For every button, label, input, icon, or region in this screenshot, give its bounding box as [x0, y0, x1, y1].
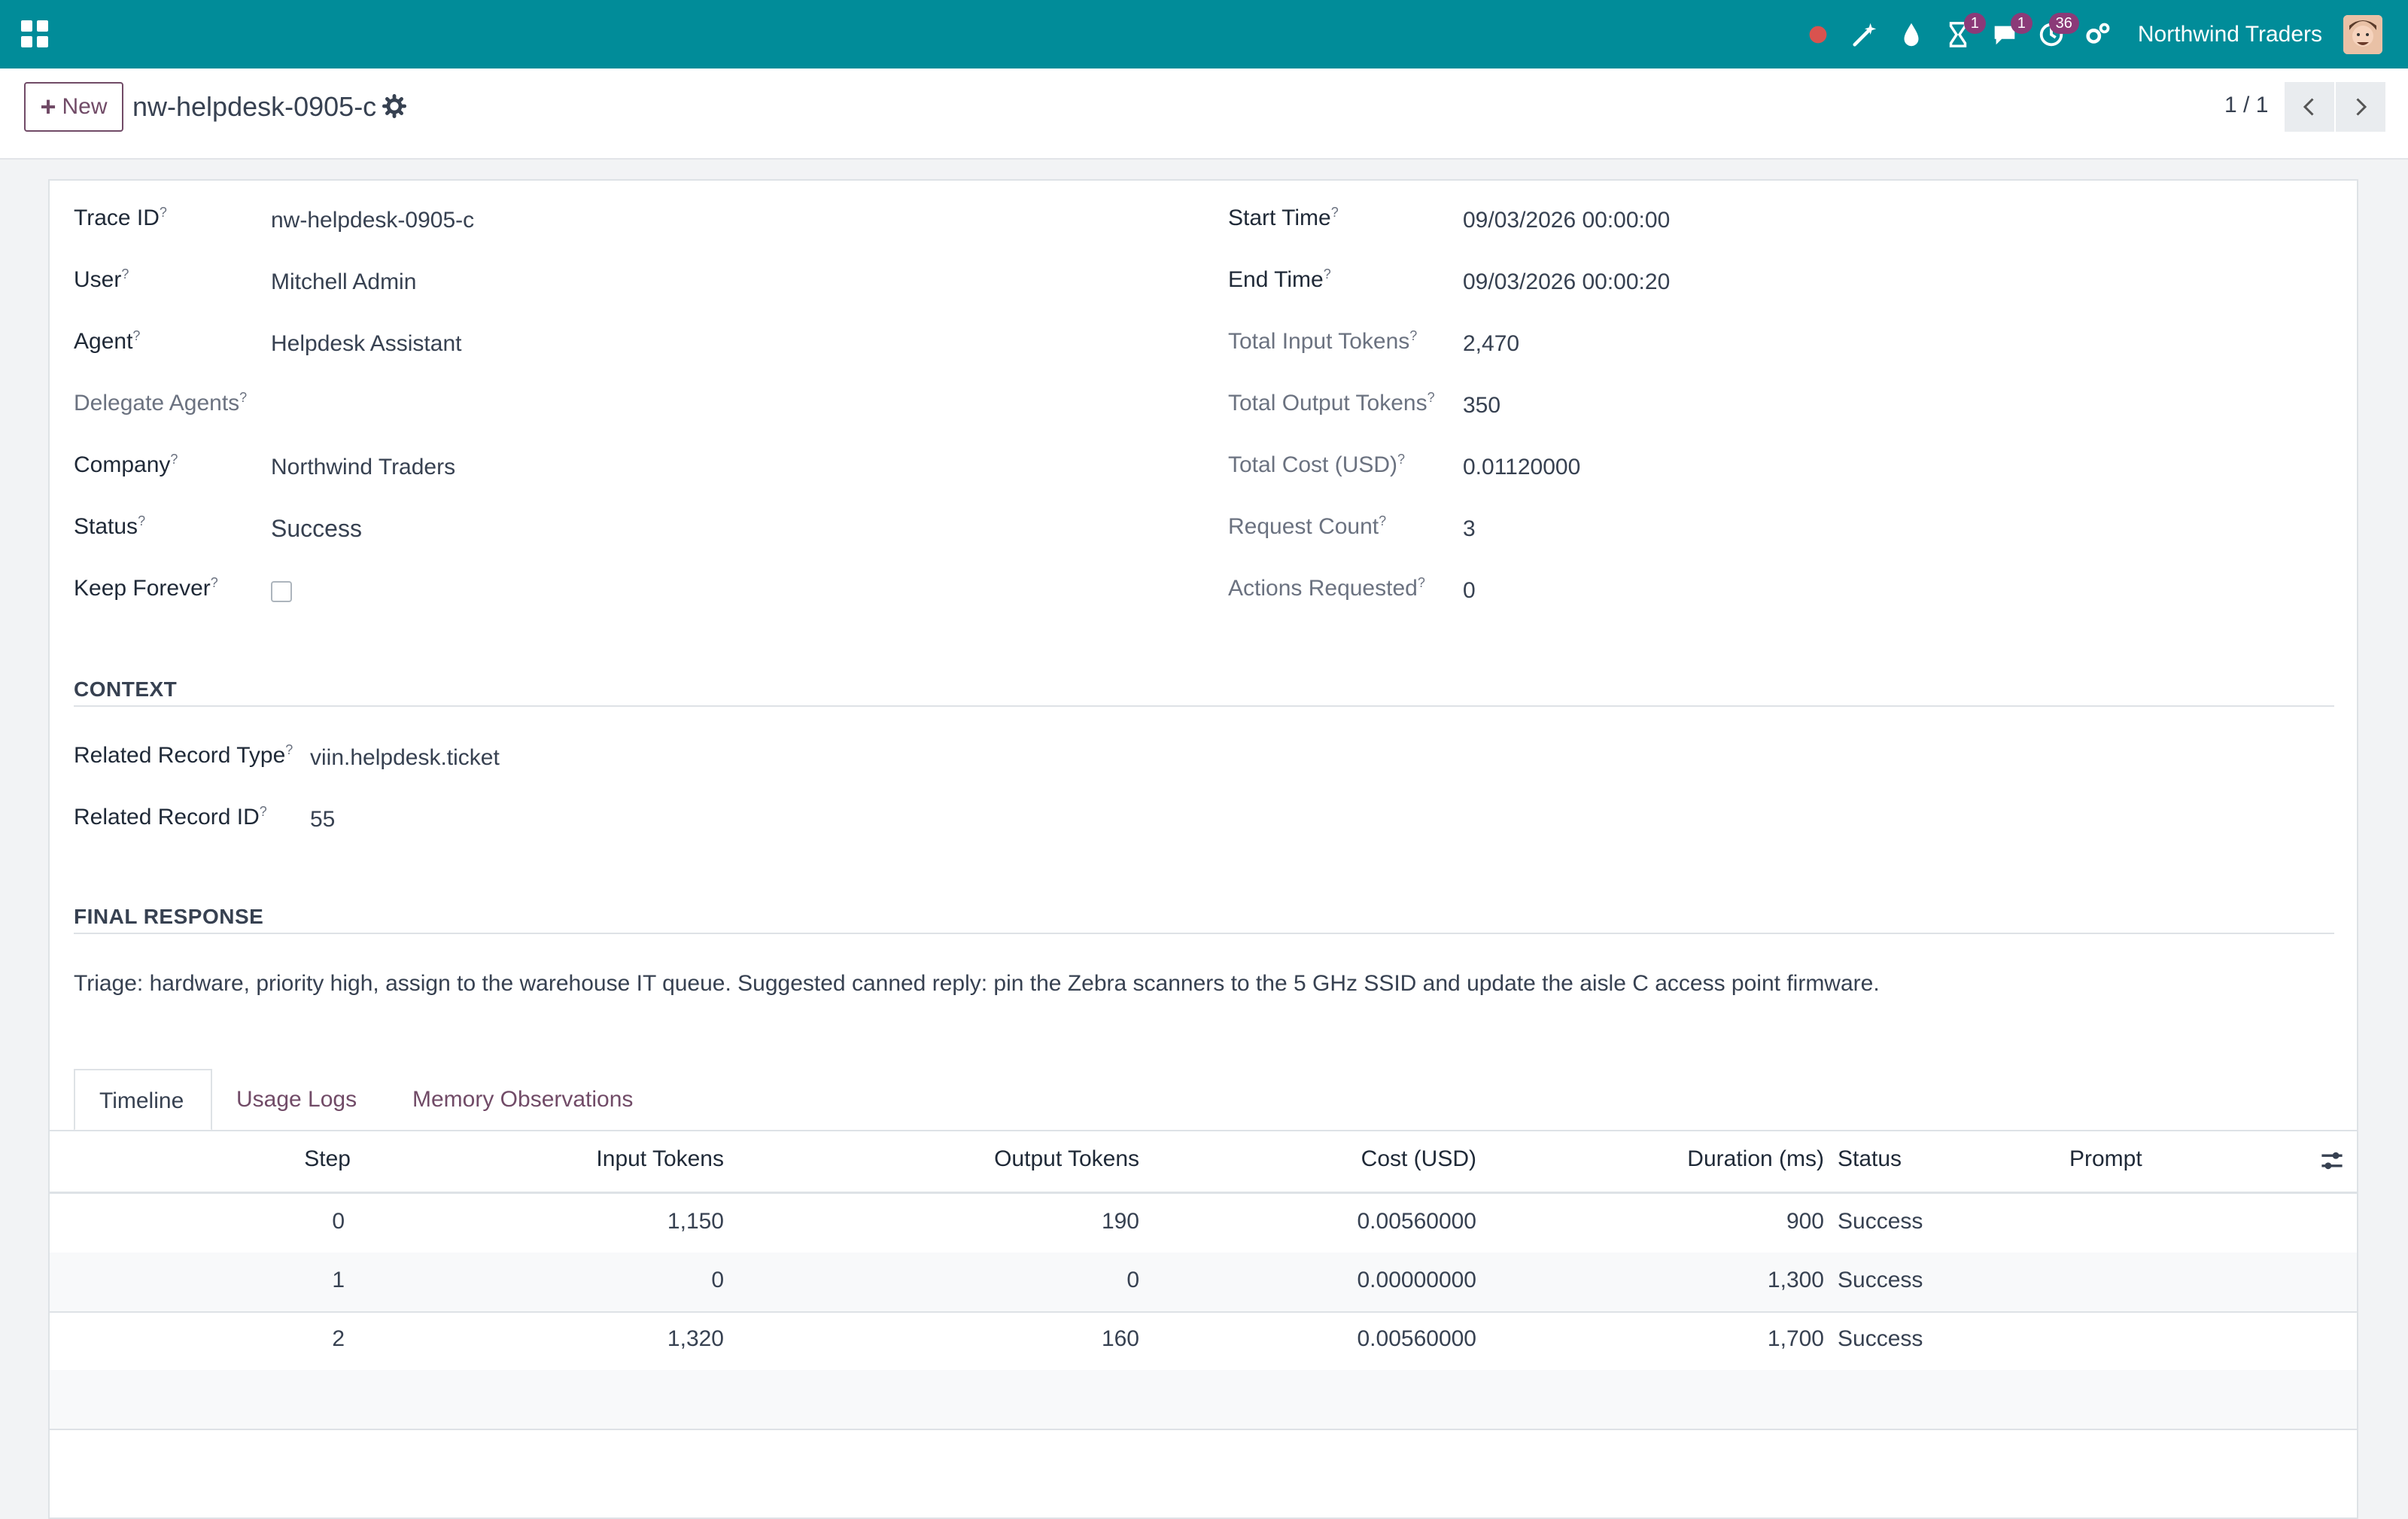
actions-requested-label: Actions Requested?: [1228, 575, 1425, 601]
start-time-label: Start Time?: [1228, 205, 1339, 230]
apps-icon[interactable]: [21, 20, 48, 47]
timeline-table-header: Step Input Tokens Output Tokens Cost (US…: [50, 1131, 2357, 1194]
user-label: User?: [74, 266, 129, 292]
start-time-value[interactable]: 09/03/2026 00:00:00: [1463, 208, 1670, 233]
clock-icon[interactable]: 36: [2034, 12, 2079, 52]
column-status[interactable]: Status: [1838, 1146, 1902, 1172]
cell-cost: 0.00560000: [1357, 1209, 1477, 1234]
user-value[interactable]: Mitchell Admin: [271, 269, 416, 295]
company-label: Company?: [74, 452, 178, 477]
total-input-tokens-value: 2,470: [1463, 331, 1520, 356]
company-value[interactable]: Northwind Traders: [271, 455, 455, 480]
cell-cost: 0.00560000: [1357, 1326, 1477, 1351]
status-label: Status?: [74, 513, 146, 539]
settings-icon[interactable]: [2081, 17, 2115, 52]
cell-status: Success: [1838, 1326, 1923, 1351]
column-input-tokens[interactable]: Input Tokens: [596, 1146, 724, 1172]
hourglass-icon[interactable]: 1: [1941, 12, 1986, 52]
notebook-tabs: Timeline Usage Logs Memory Observations: [74, 1069, 2334, 1131]
clock-badge: 36: [2048, 12, 2079, 34]
request-count-label: Request Count?: [1228, 513, 1387, 539]
keep-forever-checkbox[interactable]: [271, 581, 292, 602]
cell-cost: 0.00000000: [1357, 1268, 1477, 1292]
status-value[interactable]: Success: [271, 515, 362, 543]
final-response-divider: [74, 933, 2334, 934]
cell-output-tokens: 0: [1126, 1268, 1139, 1292]
cell-status: Success: [1838, 1209, 1923, 1234]
column-output-tokens[interactable]: Output Tokens: [994, 1146, 1139, 1172]
cell-duration: 1,700: [1767, 1326, 1824, 1351]
cell-output-tokens: 160: [1101, 1326, 1139, 1351]
total-cost-value: 0.01120000: [1463, 455, 1581, 479]
chevron-right-icon: [2356, 98, 2367, 116]
column-cost[interactable]: Cost (USD): [1361, 1146, 1476, 1172]
recording-dot-icon[interactable]: [1801, 17, 1835, 52]
tab-timeline[interactable]: Timeline: [74, 1069, 212, 1131]
total-output-tokens-label: Total Output Tokens?: [1228, 390, 1435, 416]
table-row[interactable]: 0 1,150 190 0.00560000 900 Success: [50, 1194, 2357, 1254]
navbar-systray: 1 1 36 Northwind Traders: [1789, 0, 2382, 68]
messages-badge: 1: [2010, 12, 2033, 34]
pager-previous-button[interactable]: [2285, 82, 2334, 132]
new-button-label: New: [62, 94, 108, 119]
user-avatar[interactable]: [2343, 14, 2382, 54]
column-step[interactable]: Step: [304, 1146, 351, 1172]
top-navbar: 1 1 36 Northwind Traders: [0, 0, 2408, 68]
end-time-value[interactable]: 09/03/2026 00:00:20: [1463, 269, 1670, 295]
record-title: nw-helpdesk-0905-c: [132, 91, 377, 122]
column-duration[interactable]: Duration (ms): [1687, 1146, 1824, 1172]
table-row[interactable]: 2 1,320 160 0.00560000 1,700 Success: [50, 1311, 2357, 1371]
tab-usage-logs[interactable]: Usage Logs: [212, 1069, 381, 1131]
cell-step: 2: [332, 1326, 345, 1351]
empty-table-row: [50, 1429, 2357, 1487]
tab-memory-observations[interactable]: Memory Observations: [388, 1069, 657, 1131]
related-record-id-label: Related Record ID?: [74, 804, 267, 830]
request-count-value: 3: [1463, 516, 1476, 541]
context-section-title: CONTEXT: [74, 677, 178, 701]
total-cost-label: Total Cost (USD)?: [1228, 452, 1406, 477]
agent-value[interactable]: Helpdesk Assistant: [271, 331, 461, 357]
drop-icon[interactable]: [1894, 17, 1929, 52]
actions-requested-value: 0: [1463, 578, 1476, 603]
trace-id-label: Trace ID?: [74, 205, 167, 230]
delegate-agents-label: Delegate Agents?: [74, 390, 248, 416]
cell-status: Success: [1838, 1268, 1923, 1292]
chat-icon[interactable]: 1: [1987, 12, 2033, 52]
pager-value[interactable]: 1 / 1: [2224, 93, 2268, 118]
control-panel: + New nw-helpdesk-0905-c 1 / 1: [0, 68, 2408, 160]
trace-id-value[interactable]: nw-helpdesk-0905-c: [271, 208, 474, 233]
table-row[interactable]: 1 0 0 0.00000000 1,300 Success: [50, 1253, 2357, 1313]
keep-forever-label: Keep Forever?: [74, 575, 218, 601]
related-record-type-label: Related Record Type?: [74, 742, 293, 768]
end-time-label: End Time?: [1228, 266, 1331, 292]
gear-icon[interactable]: [382, 94, 406, 118]
cell-duration: 1,300: [1767, 1268, 1824, 1292]
form-sheet: Trace ID? nw-helpdesk-0905-c User? Mitch…: [48, 179, 2358, 1519]
context-divider: [74, 705, 2334, 707]
company-switcher[interactable]: Northwind Traders: [2138, 22, 2322, 47]
final-response-section-title: FINAL RESPONSE: [74, 905, 264, 928]
cell-input-tokens: 0: [711, 1268, 724, 1292]
final-response-text[interactable]: Triage: hardware, priority high, assign …: [74, 971, 1880, 997]
optional-columns-icon[interactable]: [2319, 1148, 2345, 1173]
related-record-id-value[interactable]: 55: [310, 807, 335, 833]
cell-step: 0: [332, 1209, 345, 1234]
activities-badge: 1: [1963, 12, 1986, 34]
total-input-tokens-label: Total Input Tokens?: [1228, 328, 1418, 354]
agent-label: Agent?: [74, 328, 141, 354]
cell-input-tokens: 1,150: [667, 1209, 724, 1234]
chevron-left-icon: [2303, 98, 2314, 116]
related-record-type-value[interactable]: viin.helpdesk.ticket: [310, 745, 500, 771]
empty-table-row: [50, 1370, 2357, 1430]
column-prompt[interactable]: Prompt: [2069, 1146, 2142, 1172]
plus-icon: +: [40, 91, 56, 122]
cell-output-tokens: 190: [1101, 1209, 1139, 1234]
total-output-tokens-value: 350: [1463, 393, 1501, 418]
cell-step: 1: [332, 1268, 345, 1292]
pager-next-button[interactable]: [2336, 82, 2385, 132]
cell-input-tokens: 1,320: [667, 1326, 724, 1351]
cell-duration: 900: [1786, 1209, 1824, 1234]
magic-wand-icon[interactable]: [1847, 17, 1882, 52]
new-button[interactable]: + New: [24, 82, 123, 132]
